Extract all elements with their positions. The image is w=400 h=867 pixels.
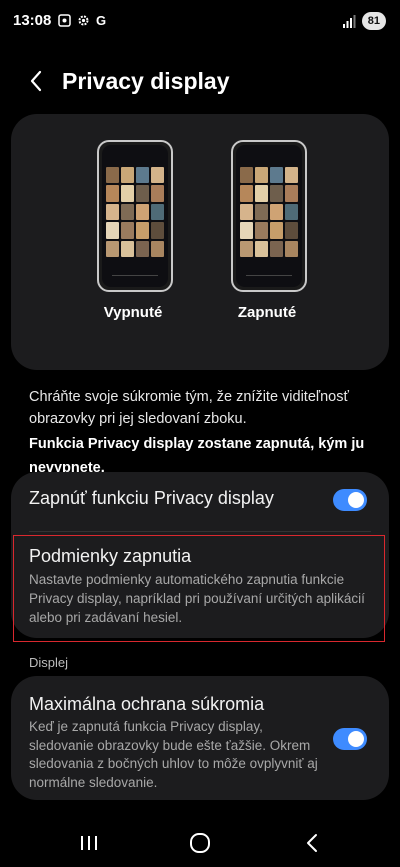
phone-preview-off (97, 140, 173, 292)
preview-on-label: Zapnuté (237, 304, 297, 321)
max-protection-title[interactable]: Maximálna ochrana súkromia (29, 694, 264, 715)
status-icons-left: G (58, 13, 106, 28)
google-icon: G (96, 13, 107, 28)
signal-icon (342, 14, 356, 28)
page-title: Privacy display (62, 68, 230, 94)
status-bar: 13:08 G 81 (0, 0, 400, 44)
app-header: Privacy display (0, 58, 400, 104)
photo-grid (106, 167, 164, 257)
status-icons-right: 81 (342, 12, 386, 30)
max-protection-toggle[interactable] (333, 728, 367, 750)
back-arrow-icon[interactable] (26, 66, 48, 96)
battery-icon: 81 (361, 12, 386, 30)
navigation-bar (0, 818, 400, 867)
back-icon[interactable] (297, 828, 327, 858)
description-text: Chráňte svoje súkromie tým, že znížite v… (29, 389, 349, 427)
privacy-display-toggle[interactable] (333, 489, 367, 511)
max-protection-card[interactable]: Maximálna ochrana súkromia Keď je zapnut… (11, 676, 389, 800)
conditions-highlight-box[interactable] (13, 535, 385, 642)
screenshot-icon (58, 14, 71, 27)
toggle-knob (348, 731, 364, 747)
privacy-toggle-label[interactable]: Zapnúť funkciu Privacy display (29, 488, 274, 509)
preview-off-label: Vypnuté (103, 304, 163, 321)
toggle-knob (348, 492, 364, 508)
recent-apps-icon[interactable] (74, 828, 104, 858)
home-icon[interactable] (185, 828, 215, 858)
max-protection-description: Keď je zapnutá funkcia Privacy display, … (29, 719, 318, 790)
settings-status-icon (78, 15, 89, 26)
section-label-display: Displej (29, 655, 69, 670)
photo-grid (240, 167, 298, 257)
preview-card: Vypnuté Zapnuté (11, 114, 389, 370)
status-time: 13:08 (13, 12, 52, 29)
divider (29, 531, 371, 532)
phone-preview-on (231, 140, 307, 292)
